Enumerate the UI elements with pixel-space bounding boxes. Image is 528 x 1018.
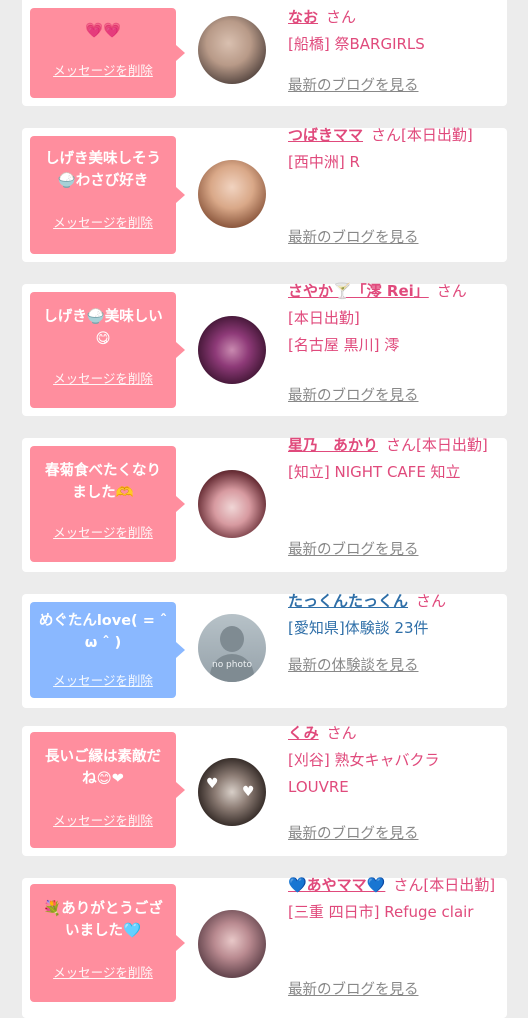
- heart-sticker-icon: ♥: [242, 784, 255, 800]
- delete-message-link[interactable]: メッセージを削除: [30, 810, 176, 829]
- user-info: なお さん [船橋] 祭BARGIRLS: [288, 4, 500, 58]
- latest-blog-link[interactable]: 最新のブログを見る: [288, 822, 419, 843]
- delete-message-link[interactable]: メッセージを削除: [30, 368, 176, 387]
- user-name-link[interactable]: たっくんたっくん: [288, 592, 408, 610]
- avatar[interactable]: no photo: [198, 614, 266, 682]
- message-text: 春菊食べたくなりました🫶: [45, 463, 161, 501]
- message-card: 💐ありがとうございました🩵 メッセージを削除 💙あやママ💙 さん[本日出勤] [三…: [22, 876, 507, 1018]
- avatar[interactable]: [198, 470, 266, 538]
- heart-sticker-icon: ♥: [206, 776, 219, 792]
- message-bubble: しげき🍚美味しい😋 メッセージを削除: [30, 292, 185, 408]
- honorific: さん: [326, 8, 357, 26]
- user-name-link[interactable]: 星乃 あかり: [288, 436, 378, 454]
- message-card: しげき🍚美味しい😋 メッセージを削除 さやか🍸「澪 Rei」 さん [本日出勤] …: [22, 282, 507, 416]
- avatar[interactable]: [198, 16, 266, 84]
- message-text: しげき美味しそう🍚わさび好き: [45, 151, 161, 189]
- shop-text: [愛知県]体験談 23件: [288, 619, 429, 637]
- message-bubble: 春菊食べたくなりました🫶 メッセージを削除: [30, 446, 185, 562]
- user-name-link[interactable]: 💙あやママ💙: [288, 876, 385, 894]
- user-info: 💙あやママ💙 さん[本日出勤] [三重 四日市] Refuge clair: [288, 872, 500, 926]
- user-info: さやか🍸「澪 Rei」 さん [本日出勤] [名古屋 黒川] 澪: [288, 278, 500, 359]
- shop-text: [三重 四日市] Refuge clair: [288, 903, 474, 921]
- message-bubble: 💗💗 メッセージを削除: [30, 8, 185, 98]
- user-name-link[interactable]: さやか🍸「澪 Rei」: [288, 282, 429, 300]
- status-text: [本日出勤]: [288, 309, 360, 327]
- silhouette-icon: [220, 626, 244, 652]
- honorific: さん: [326, 724, 357, 742]
- avatar[interactable]: ♥ ♥: [198, 758, 266, 826]
- latest-blog-link[interactable]: 最新のブログを見る: [288, 384, 419, 405]
- message-card: 春菊食べたくなりました🫶 メッセージを削除 星乃 あかり さん[本日出勤] [知立…: [22, 436, 507, 572]
- status-text: [本日出勤]: [416, 436, 488, 454]
- message-card: しげき美味しそう🍚わさび好き メッセージを削除 つばきママ さん[本日出勤] [西…: [22, 126, 507, 262]
- message-text: 💗💗: [84, 23, 122, 39]
- message-text: めぐたんlove( = ˆ ω ˆ ): [38, 613, 168, 651]
- user-name-link[interactable]: つばきママ: [288, 126, 363, 144]
- honorific: さん: [436, 282, 467, 300]
- message-card: めぐたんlove( = ˆ ω ˆ ) メッセージを削除 no photo たっ…: [22, 592, 507, 708]
- message-text: 💐ありがとうございました🩵: [43, 901, 163, 939]
- shop-text: [刈谷] 熟女キャバクラ LOUVRE: [288, 751, 440, 796]
- shop-text: [知立] NIGHT CAFE 知立: [288, 463, 461, 481]
- user-info: 星乃 あかり さん[本日出勤] [知立] NIGHT CAFE 知立: [288, 432, 500, 486]
- delete-message-link[interactable]: メッセージを削除: [30, 670, 176, 689]
- avatar[interactable]: [198, 910, 266, 978]
- avatar[interactable]: [198, 316, 266, 384]
- message-bubble: 💐ありがとうございました🩵 メッセージを削除: [30, 884, 185, 1002]
- latest-blog-link[interactable]: 最新のブログを見る: [288, 226, 419, 247]
- latest-blog-link[interactable]: 最新のブログを見る: [288, 538, 419, 559]
- shop-text: [名古屋 黒川] 澪: [288, 336, 400, 354]
- delete-message-link[interactable]: メッセージを削除: [30, 60, 176, 79]
- status-text: [本日出勤]: [423, 876, 496, 894]
- message-bubble: めぐたんlove( = ˆ ω ˆ ) メッセージを削除: [30, 602, 185, 698]
- honorific: さん: [371, 126, 402, 144]
- message-card: 💗💗 メッセージを削除 なお さん [船橋] 祭BARGIRLS 最新のブログを見…: [22, 0, 507, 106]
- delete-message-link[interactable]: メッセージを削除: [30, 212, 176, 231]
- delete-message-link[interactable]: メッセージを削除: [30, 522, 176, 541]
- honorific: さん: [416, 592, 447, 610]
- shop-text: [西中洲] R: [288, 153, 360, 171]
- user-name-link[interactable]: くみ: [288, 724, 319, 742]
- user-info: たっくんたっくん さん [愛知県]体験談 23件: [288, 588, 500, 642]
- message-bubble: 長いご縁は素敵だね😊❤ メッセージを削除: [30, 732, 185, 848]
- user-info: つばきママ さん[本日出勤] [西中洲] R: [288, 122, 500, 176]
- user-info: くみ さん [刈谷] 熟女キャバクラ LOUVRE: [288, 720, 500, 801]
- shop-text: [船橋] 祭BARGIRLS: [288, 35, 425, 53]
- latest-blog-link[interactable]: 最新のブログを見る: [288, 74, 419, 95]
- avatar[interactable]: [198, 160, 266, 228]
- message-text: 長いご縁は素敵だね😊❤: [45, 749, 161, 787]
- no-photo-label: no photo: [211, 660, 253, 670]
- message-card: 長いご縁は素敵だね😊❤ メッセージを削除 ♥ ♥ くみ さん [刈谷] 熟女キャバ…: [22, 724, 507, 856]
- honorific: さん: [386, 436, 417, 454]
- message-text: しげき🍚美味しい😋: [43, 309, 163, 347]
- latest-review-link[interactable]: 最新の体験談を見る: [288, 654, 419, 675]
- delete-message-link[interactable]: メッセージを削除: [30, 962, 176, 981]
- message-bubble: しげき美味しそう🍚わさび好き メッセージを削除: [30, 136, 185, 254]
- status-text: [本日出勤]: [401, 126, 473, 144]
- honorific: さん: [393, 876, 424, 894]
- user-name-link[interactable]: なお: [288, 8, 318, 26]
- latest-blog-link[interactable]: 最新のブログを見る: [288, 978, 419, 999]
